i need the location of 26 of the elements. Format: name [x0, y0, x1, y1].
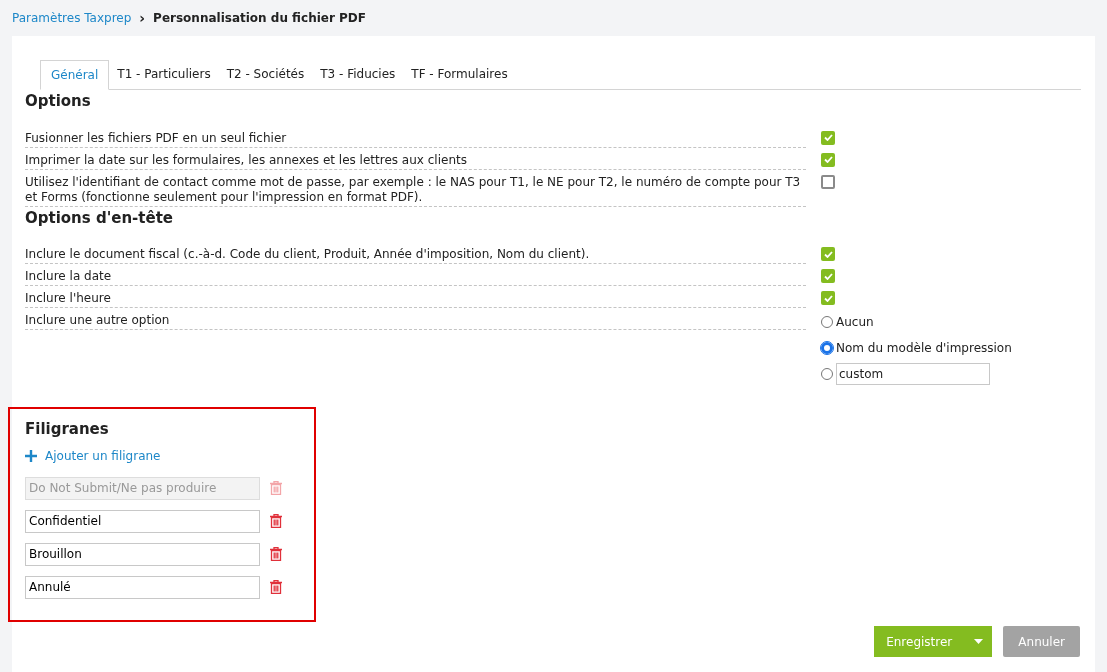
breadcrumb-separator: ›	[139, 8, 146, 28]
link-text: Ajouter un filigrane	[45, 447, 161, 465]
add-watermark-link[interactable]: Ajouter un filigrane	[25, 446, 299, 465]
tab[interactable]: T2 - Sociétés	[218, 59, 313, 89]
option-label: Inclure l'heure	[25, 286, 806, 308]
watermark-field[interactable]: Annulé	[25, 575, 260, 599]
option-label: Inclure une autre option	[25, 308, 806, 330]
text-field[interactable]: custom	[836, 362, 990, 385]
tab[interactable]: TF - Formulaires	[403, 59, 516, 89]
section-heading: Filigranes	[25, 419, 110, 440]
section-heading: Options d'en-tête	[25, 207, 175, 229]
option-label: Fusionner les fichiers PDF en un seul fichier	[25, 125, 806, 148]
option-label: Inclure la date	[25, 264, 806, 286]
tab[interactable]: T3 - Fiducies	[312, 59, 404, 89]
radio-label: Nom du modèle d'impression	[836, 339, 1012, 357]
watermark-field[interactable]: Brouillon	[25, 542, 260, 566]
tab[interactable]: Général	[40, 60, 110, 90]
option-label: Utilisez l'identifiant de contact comme mot de passe, par exemple : le NAS pour T1, le NE pour T2, le numéro de compte pour T3 et Forms (fonctionne seulement pour l'impression en format PDF).	[25, 169, 806, 207]
radio-label: Aucun	[836, 313, 874, 331]
watermark-field[interactable]: Confidentiel	[25, 509, 260, 533]
section-heading: Options	[25, 91, 92, 112]
tab[interactable]: T1 - Particuliers	[109, 59, 219, 89]
page-title: Personnalisation du fichier PDF	[153, 10, 366, 27]
breadcrumb-link[interactable]: Paramètres Taxprep	[12, 9, 132, 27]
option-label: Imprimer la date sur les formulaires, les annexes et les lettres aux clients	[25, 147, 806, 170]
option-label: Inclure le document fiscal (c.-à-d. Code du client, Produit, Année d'imposition, Nom du client).	[25, 242, 806, 264]
